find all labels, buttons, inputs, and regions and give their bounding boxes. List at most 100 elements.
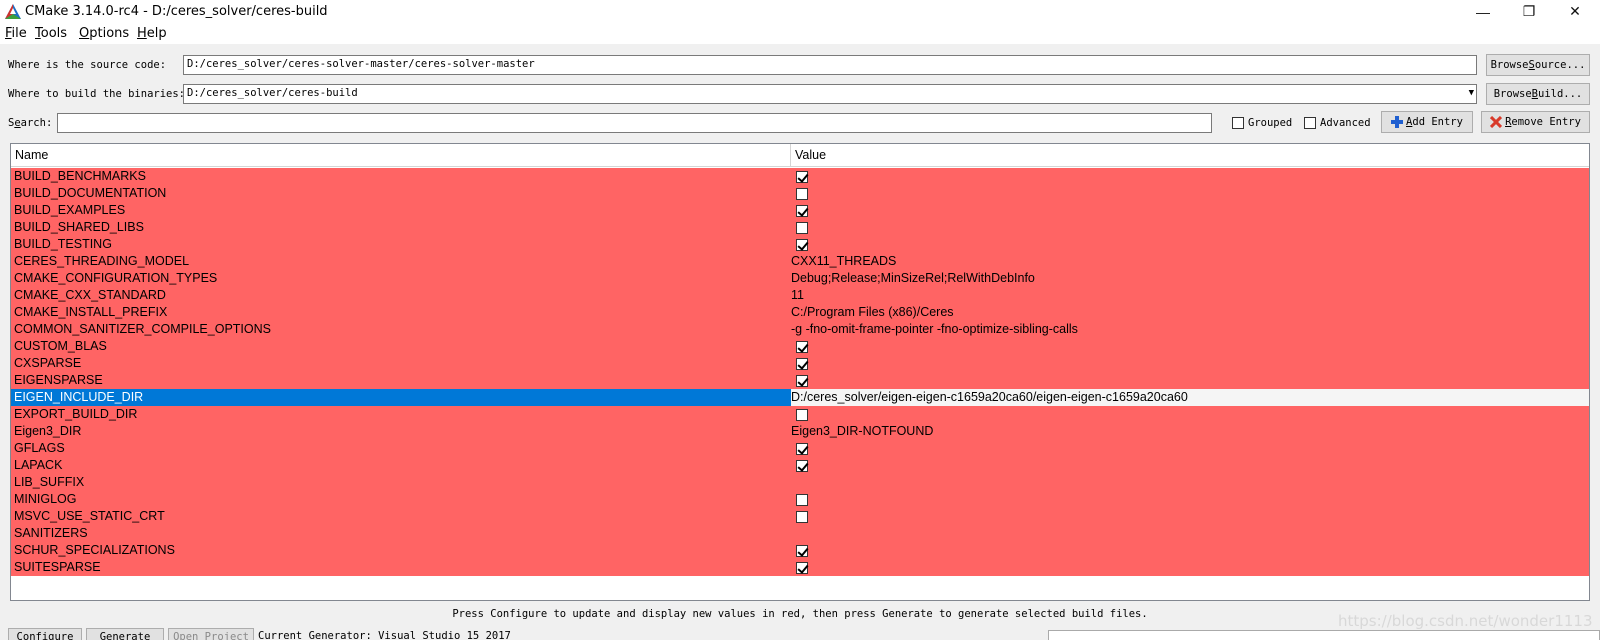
row-name: SUITESPARSE — [14, 560, 101, 574]
table-rows: BUILD_BENCHMARKS BUILD_DOCUMENTATION BUILD… — [11, 168, 1589, 576]
browse-source-button[interactable]: Browse Source... — [1486, 54, 1590, 76]
search-label: Search: — [8, 117, 53, 129]
build-path-combo[interactable]: D:/ceres_solver/ceres-build ▼ — [183, 84, 1477, 104]
remove-x-icon — [1490, 116, 1503, 128]
value-checkbox[interactable] — [796, 358, 808, 370]
row-name: GFLAGS — [14, 441, 65, 455]
table-row[interactable]: BUILD_EXAMPLES — [11, 202, 1589, 219]
menu-file[interactable]: File — [5, 26, 27, 41]
row-value[interactable] — [791, 526, 1581, 542]
row-name: LAPACK — [14, 458, 63, 472]
table-row[interactable]: Eigen3_DIR Eigen3_DIR-NOTFOUND — [11, 423, 1589, 440]
row-value-cell — [791, 186, 1581, 202]
row-value[interactable]: Debug;Release;MinSizeRel;RelWithDebInfo — [791, 271, 1581, 287]
table-row[interactable]: CERES_THREADING_MODEL CXX11_THREADS — [11, 253, 1589, 270]
generate-button[interactable]: Generate — [86, 628, 164, 640]
value-checkbox[interactable] — [796, 545, 808, 557]
row-name: CUSTOM_BLAS — [14, 339, 107, 353]
table-row[interactable]: BUILD_BENCHMARKS — [11, 168, 1589, 185]
table-row[interactable]: LIB_SUFFIX — [11, 474, 1589, 491]
table-row[interactable]: CUSTOM_BLAS — [11, 338, 1589, 355]
search-input[interactable] — [57, 113, 1212, 133]
column-header-name[interactable]: Name — [11, 144, 791, 167]
row-value-cell — [791, 356, 1581, 372]
remove-entry-button[interactable]: Remove Entry — [1481, 111, 1590, 133]
row-value[interactable]: Eigen3_DIR-NOTFOUND — [791, 424, 1581, 440]
table-row[interactable]: BUILD_DOCUMENTATION — [11, 185, 1589, 202]
grouped-checkbox[interactable] — [1232, 117, 1244, 129]
row-name: BUILD_SHARED_LIBS — [14, 220, 144, 234]
row-name: SCHUR_SPECIALIZATIONS — [14, 543, 175, 557]
value-checkbox[interactable] — [796, 375, 808, 387]
menu-bar: File Tools Options Help — [0, 23, 1600, 44]
row-name: CERES_THREADING_MODEL — [14, 254, 190, 268]
value-checkbox[interactable] — [796, 239, 808, 251]
add-entry-button[interactable]: Add Entry — [1381, 111, 1473, 133]
table-row[interactable]: MSVC_USE_STATIC_CRT — [11, 508, 1589, 525]
row-value-cell — [791, 543, 1581, 559]
table-row[interactable]: CMAKE_CONFIGURATION_TYPES Debug;Release;M… — [11, 270, 1589, 287]
value-checkbox[interactable] — [796, 443, 808, 455]
value-checkbox[interactable] — [796, 171, 808, 183]
table-row[interactable]: EIGEN_INCLUDE_DIR D:/ceres_solver/eigen-e… — [11, 389, 1589, 406]
browse-build-button[interactable]: Browse Build... — [1486, 83, 1590, 105]
table-row[interactable]: SUITESPARSE — [11, 559, 1589, 576]
value-checkbox[interactable] — [796, 511, 808, 523]
row-name: EIGEN_INCLUDE_DIR — [14, 390, 144, 404]
table-row[interactable]: CXSPARSE — [11, 355, 1589, 372]
configure-button[interactable]: Configure — [8, 628, 82, 640]
table-row[interactable]: SANITIZERS — [11, 525, 1589, 542]
row-name: COMMON_SANITIZER_COMPILE_OPTIONS — [14, 322, 271, 336]
table-row[interactable]: EXPORT_BUILD_DIR — [11, 406, 1589, 423]
table-row[interactable]: MINIGLOG — [11, 491, 1589, 508]
row-value[interactable]: C:/Program Files (x86)/Ceres — [791, 305, 1581, 321]
value-checkbox[interactable] — [796, 205, 808, 217]
row-value[interactable]: 11 — [791, 288, 1581, 304]
restore-icon[interactable]: ❐ — [1506, 0, 1552, 23]
menu-options[interactable]: Options — [79, 26, 129, 41]
source-path-field[interactable]: D:/ceres_solver/ceres-solver-master/cere… — [183, 55, 1477, 75]
output-log[interactable] — [1048, 630, 1600, 640]
minimize-icon[interactable]: — — [1460, 0, 1506, 23]
row-name: MSVC_USE_STATIC_CRT — [14, 509, 165, 523]
advanced-checkbox[interactable] — [1304, 117, 1316, 129]
build-label: Where to build the binaries: — [8, 88, 186, 100]
close-icon[interactable]: ✕ — [1552, 0, 1598, 23]
table-row[interactable]: BUILD_TESTING — [11, 236, 1589, 253]
dropdown-arrow-icon[interactable]: ▼ — [1469, 88, 1474, 98]
column-header-value[interactable]: Value — [791, 144, 1589, 167]
row-value-cell — [791, 441, 1581, 457]
table-row[interactable]: LAPACK — [11, 457, 1589, 474]
value-checkbox[interactable] — [796, 222, 808, 234]
value-checkbox[interactable] — [796, 562, 808, 574]
source-label: Where is the source code: — [8, 59, 167, 71]
table-row[interactable]: BUILD_SHARED_LIBS — [11, 219, 1589, 236]
row-value[interactable]: -g -fno-omit-frame-pointer -fno-optimize… — [791, 322, 1581, 338]
value-checkbox[interactable] — [796, 409, 808, 421]
cache-table[interactable]: Name Value BUILD_BENCHMARKS BUILD_DOCUMEN… — [10, 143, 1590, 601]
row-value-cell — [791, 169, 1581, 185]
row-name: Eigen3_DIR — [14, 424, 82, 438]
open-project-button[interactable]: Open Project — [168, 628, 254, 640]
row-name: CMAKE_INSTALL_PREFIX — [14, 305, 168, 319]
row-value[interactable] — [791, 475, 1581, 491]
table-row[interactable]: GFLAGS — [11, 440, 1589, 457]
row-value-cell — [791, 407, 1581, 423]
table-row[interactable]: SCHUR_SPECIALIZATIONS — [11, 542, 1589, 559]
value-checkbox[interactable] — [796, 341, 808, 353]
row-value[interactable]: CXX11_THREADS — [791, 254, 1581, 270]
row-value-cell — [791, 339, 1581, 355]
table-row[interactable]: CMAKE_INSTALL_PREFIX C:/Program Files (x8… — [11, 304, 1589, 321]
value-checkbox[interactable] — [796, 460, 808, 472]
row-name: SANITIZERS — [14, 526, 88, 540]
table-row[interactable]: COMMON_SANITIZER_COMPILE_OPTIONS -g -fno-… — [11, 321, 1589, 338]
row-name: MINIGLOG — [14, 492, 77, 506]
value-checkbox[interactable] — [796, 494, 808, 506]
row-name: CMAKE_CONFIGURATION_TYPES — [14, 271, 218, 285]
row-value[interactable]: D:/ceres_solver/eigen-eigen-c1659a20ca60… — [791, 390, 1581, 406]
table-row[interactable]: CMAKE_CXX_STANDARD 11 — [11, 287, 1589, 304]
table-row[interactable]: EIGENSPARSE — [11, 372, 1589, 389]
menu-help[interactable]: Help — [137, 26, 167, 41]
menu-tools[interactable]: Tools — [35, 26, 67, 41]
value-checkbox[interactable] — [796, 188, 808, 200]
